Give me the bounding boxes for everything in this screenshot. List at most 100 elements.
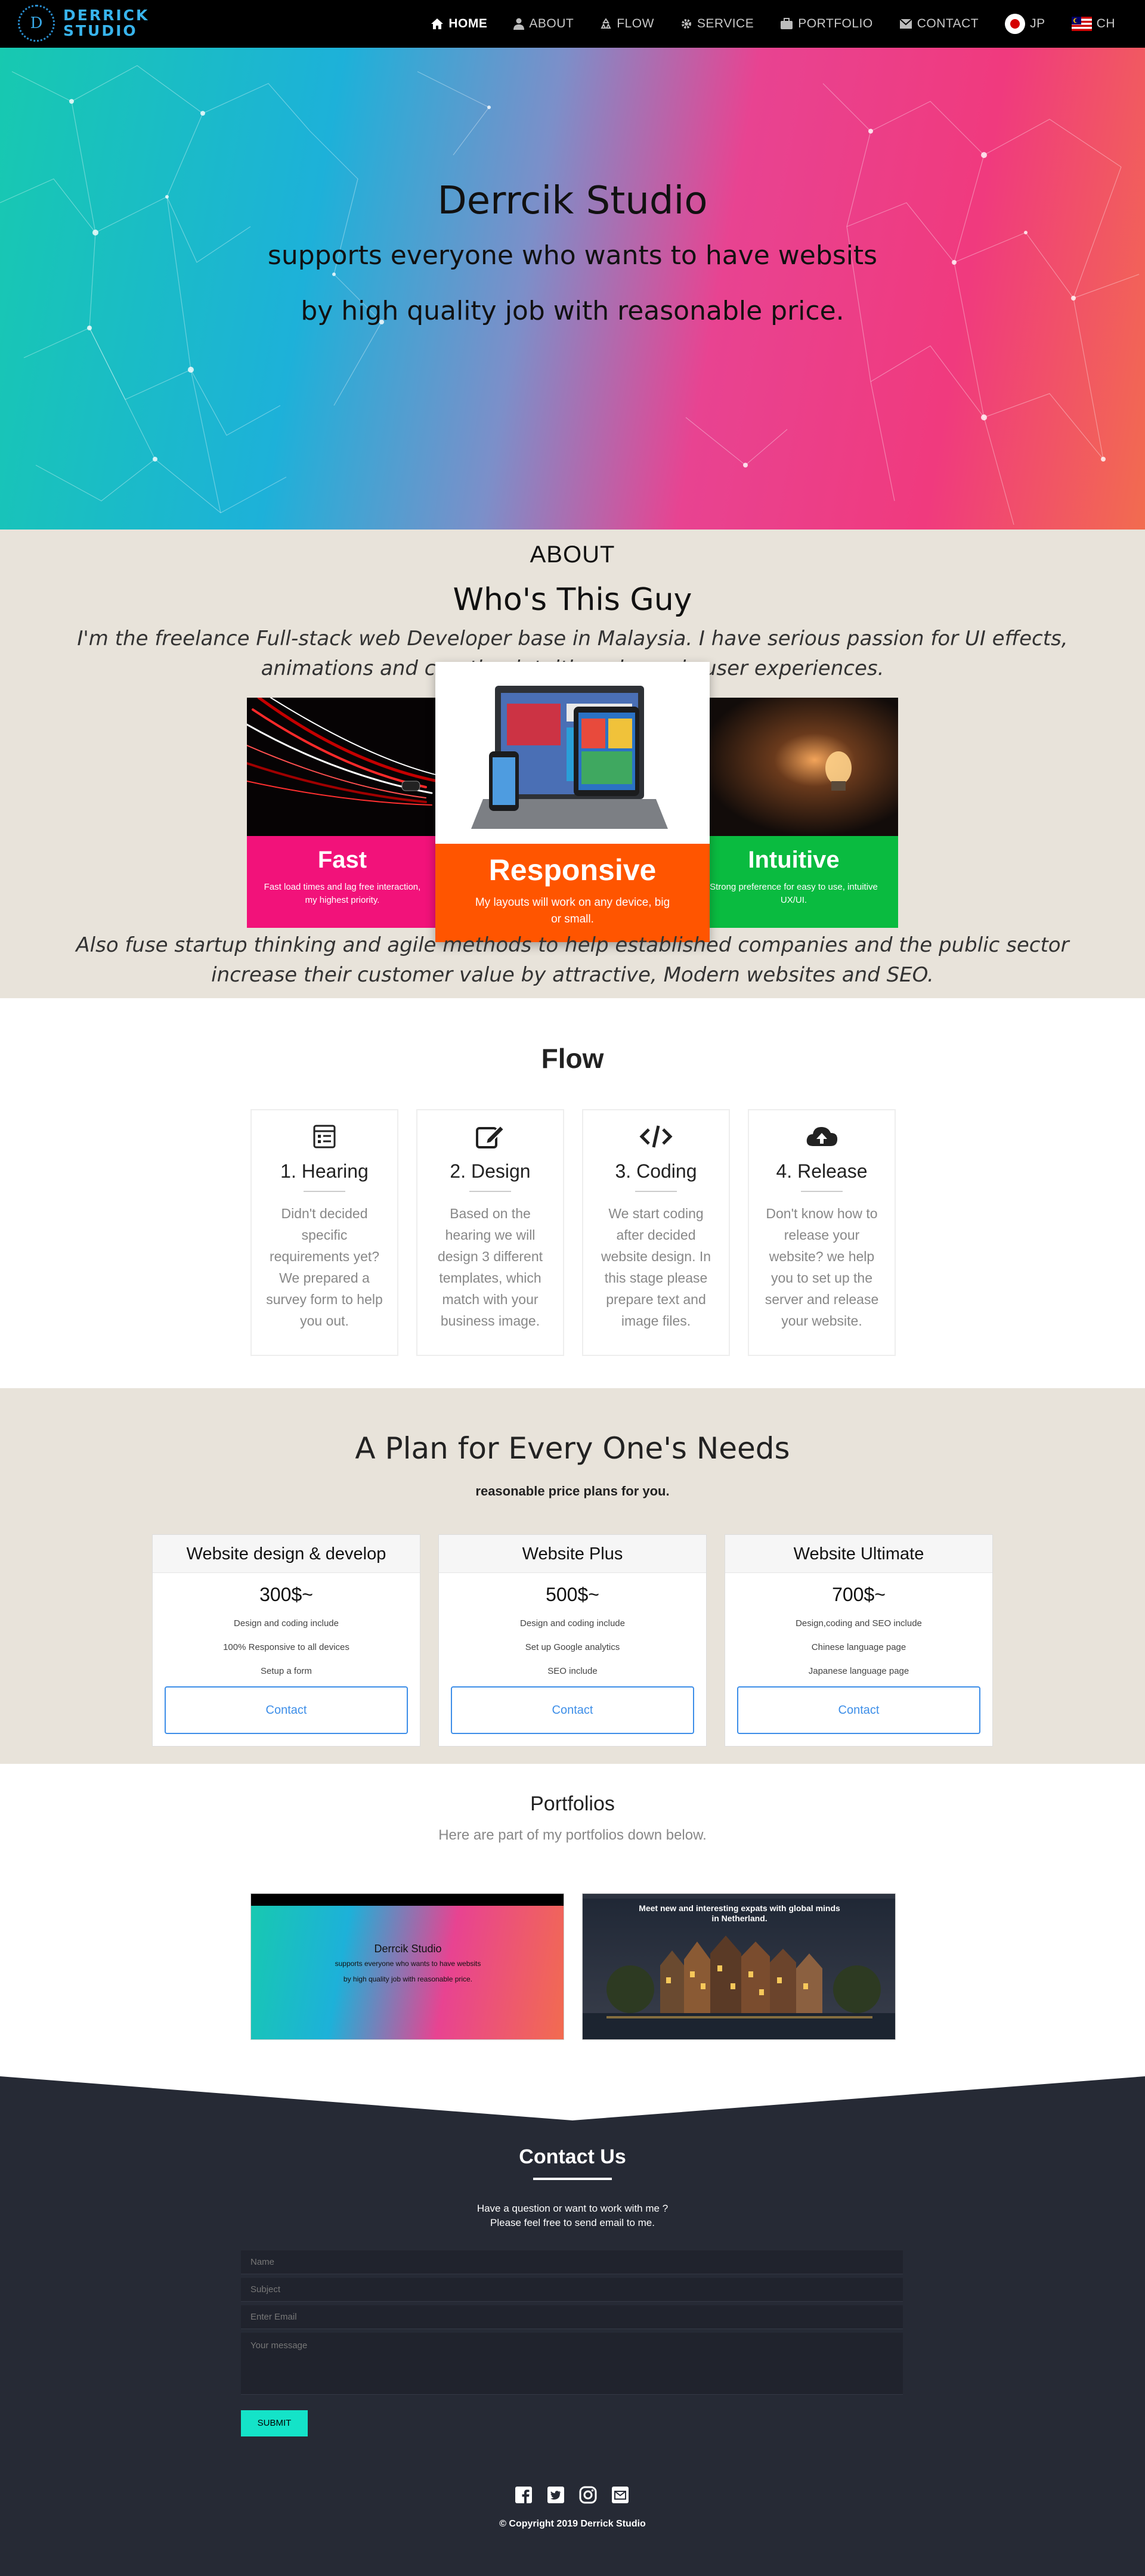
logo-text: DERRICK STUDIO <box>63 8 149 39</box>
thumb-headline-line1: Meet new and interesting expats with glo… <box>639 1903 840 1913</box>
briefcase-icon <box>781 18 793 29</box>
plan-feature: Set up Google analytics <box>525 1642 620 1652</box>
flow-step-design: 2. Design Based on the hearing we will d… <box>416 1109 564 1356</box>
card-intuitive[interactable]: Intuitive Strong preference for easy to … <box>689 698 898 928</box>
nav-flow[interactable]: FLOW <box>600 17 654 31</box>
nav-portfolio-label: PORTFOLIO <box>798 17 873 30</box>
lang-jp-label: JP <box>1030 17 1045 30</box>
gear-icon <box>681 19 691 29</box>
hero-line1: supports everyone who wants to have webs… <box>267 240 878 271</box>
flow-step-hearing: 1. Hearing Didn't decided specific requi… <box>250 1109 398 1356</box>
intuitive-body: Intuitive Strong preference for easy to … <box>689 847 898 907</box>
thumb-line1: supports everyone who wants to have webs… <box>335 1959 481 1968</box>
flow-step-name: 1. Hearing <box>280 1160 369 1182</box>
flow-step-desc: We start coding after decided website de… <box>601 1206 711 1329</box>
fast-body: Fast Fast load times and lag free intera… <box>247 847 438 907</box>
contact-button[interactable]: Contact <box>165 1686 408 1734</box>
contact-text-2: Please feel free to send email to me. <box>490 2217 655 2228</box>
cloud-upload-icon <box>749 1123 895 1153</box>
hero-banner: Derrcik Studio supports everyone who wan… <box>0 48 1145 530</box>
responsive-image <box>435 662 710 844</box>
survey-form-icon <box>252 1123 397 1153</box>
divider <box>635 1191 677 1192</box>
nav-service[interactable]: SERVICE <box>680 17 754 31</box>
nav-portfolio[interactable]: PORTFOLIO <box>780 17 872 31</box>
facebook-icon[interactable] <box>514 2485 533 2504</box>
logo-letter: D <box>30 14 43 32</box>
about-label: ABOUT <box>530 541 615 568</box>
copyright: © Copyright 2019 Derrick Studio <box>499 2519 646 2529</box>
instagram-icon[interactable] <box>578 2485 598 2504</box>
fast-title: Fast <box>317 847 367 873</box>
plan-feature: 100% Responsive to all devices <box>223 1642 349 1652</box>
network-background <box>0 65 1140 525</box>
contact-text-1: Have a question or want to work with me … <box>476 2203 669 2214</box>
nav-contact-label: CONTACT <box>917 17 979 30</box>
intuitive-title: Intuitive <box>748 847 840 873</box>
hero-line2: by high quality job with reasonable pric… <box>301 296 844 326</box>
plan-feature: Design,coding and SEO include <box>796 1618 922 1628</box>
malaysia-flag-icon <box>1071 17 1092 31</box>
pricing-section: A Plan for Every One's Needs reasonable … <box>0 1388 1145 1764</box>
nav-contact[interactable]: CONTACT <box>899 17 979 31</box>
plan-card-ultimate: Website Ultimate 700$~ Design,coding and… <box>725 1534 993 1747</box>
plan-card-basic: Website design & develop 300$~ Design an… <box>152 1534 420 1747</box>
plan-feature: Design and coding include <box>520 1618 625 1628</box>
user-icon <box>513 18 525 30</box>
intuitive-image <box>689 698 898 836</box>
flow-step-desc: Don't know how to release your website? … <box>765 1206 879 1329</box>
nav-about[interactable]: ABOUT <box>513 17 574 31</box>
email-field[interactable]: Enter Email <box>241 2305 903 2329</box>
responsive-body: Responsive My layouts will work on any d… <box>435 853 710 928</box>
intuitive-desc: Strong preference for easy to use, intui… <box>710 882 878 905</box>
mail-icon[interactable] <box>611 2485 630 2504</box>
message-textarea[interactable]: Your message <box>241 2333 903 2395</box>
contact-button[interactable]: Contact <box>737 1686 980 1734</box>
envelope-icon <box>899 18 912 29</box>
contact-title-underline <box>533 2178 612 2180</box>
lang-ch-label: CH <box>1096 17 1115 30</box>
home-icon <box>431 18 444 29</box>
flow-step-desc: Didn't decided specific requirements yet… <box>266 1206 383 1329</box>
nav-service-label: SERVICE <box>697 17 754 30</box>
logo-line2: STUDIO <box>63 22 138 39</box>
portfolio-thumb-studio[interactable]: Derrcik Studio supports everyone who wan… <box>250 1893 564 2040</box>
recycle-icon <box>601 18 611 29</box>
card-responsive[interactable]: Responsive My layouts will work on any d… <box>435 662 710 942</box>
plan-name: Website Ultimate <box>725 1535 992 1573</box>
japan-flag-icon <box>1005 14 1026 34</box>
lang-jp[interactable]: JP <box>1005 14 1045 34</box>
about-title: Who's This Guy <box>453 582 692 618</box>
subject-field[interactable]: Subject <box>241 2278 903 2302</box>
responsive-title: Responsive <box>488 853 657 887</box>
about-outro: Also fuse startup thinking and agile met… <box>76 933 1069 987</box>
about-section: ABOUT Who's This Guy I'm the freelance F… <box>0 530 1145 998</box>
plan-name: Website Plus <box>439 1535 706 1573</box>
plan-name: Website design & develop <box>153 1535 420 1573</box>
divider <box>469 1191 511 1192</box>
contact-button[interactable]: Contact <box>451 1686 694 1734</box>
portfolio-thumb-netherland[interactable]: Meet new and interesting expats with glo… <box>582 1893 896 2040</box>
twitter-icon[interactable] <box>546 2485 565 2504</box>
plan-price: 700$~ <box>832 1584 886 1605</box>
logo[interactable]: D DERRICK STUDIO <box>18 5 149 42</box>
flow-step-name: 2. Design <box>450 1160 531 1182</box>
divider <box>304 1191 345 1192</box>
flow-step-name: 3. Coding <box>615 1160 697 1182</box>
hero-title: Derrcik Studio <box>437 179 708 223</box>
nav-home[interactable]: HOME <box>431 17 487 31</box>
flow-title: Flow <box>541 1043 604 1074</box>
responsive-desc: My layouts will work on any device, big … <box>475 896 670 925</box>
pricing-title: A Plan for Every One's Needs <box>355 1431 790 1466</box>
plan-feature: Setup a form <box>261 1666 312 1676</box>
plan-feature: Design and coding include <box>234 1618 339 1628</box>
name-field[interactable]: Name <box>241 2250 903 2274</box>
submit-button[interactable]: SUBMIT <box>241 2410 308 2436</box>
portfolio-title: Portfolios <box>530 1792 615 1815</box>
lang-ch[interactable]: CH <box>1071 17 1115 31</box>
fast-image <box>247 698 438 836</box>
flow-step-release: 4. Release Don't know how to release you… <box>748 1109 896 1356</box>
card-fast[interactable]: Fast Fast load times and lag free intera… <box>247 698 438 928</box>
plan-feature: Japanese language page <box>808 1666 909 1676</box>
top-navbar: D DERRICK STUDIO HOME ABOUT FLOW SERVICE… <box>0 0 1145 48</box>
